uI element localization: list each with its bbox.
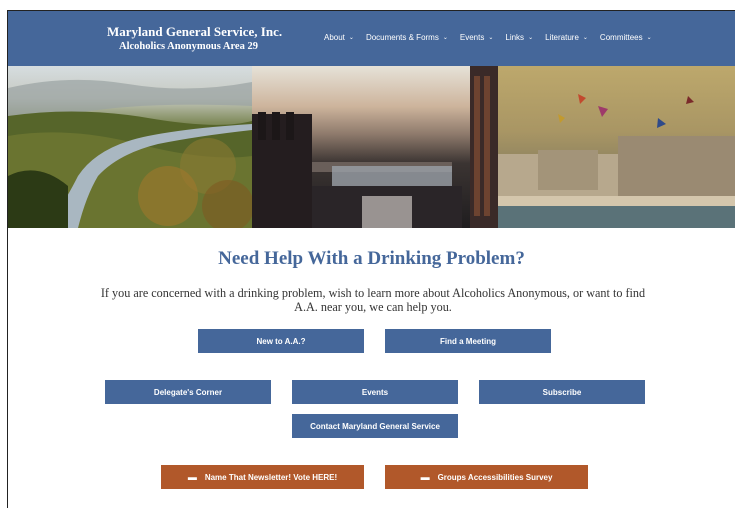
city-harbor-illustration [252, 66, 498, 228]
chevron-down-icon: ⌄ [488, 35, 494, 41]
accessibility-survey-label: Groups Accessibilities Survey [437, 472, 553, 482]
chevron-down-icon: ⌄ [348, 35, 354, 41]
nav-item-documents-forms[interactable]: Documents & Forms ⌄ [366, 33, 448, 42]
nav-item-links[interactable]: Links ⌄ [505, 33, 533, 42]
newsletter-vote-button[interactable]: ▬ Name That Newsletter! Vote HERE! [161, 465, 364, 489]
accessibility-survey-button[interactable]: ▬ Groups Accessibilities Survey [385, 465, 588, 489]
beach-kites-illustration [498, 94, 735, 228]
events-button[interactable]: Events [292, 380, 458, 404]
page-title: Need Help With a Drinking Problem? [218, 248, 525, 269]
find-meeting-button[interactable]: Find a Meeting [385, 329, 551, 353]
site-name[interactable]: Maryland General Service, Inc. [107, 24, 282, 40]
nav-item-committees[interactable]: Committees ⌄ [600, 33, 652, 42]
delegates-corner-button[interactable]: Delegate's Corner [105, 380, 271, 404]
nav-label: Links [505, 33, 525, 42]
hero-banner [8, 66, 735, 228]
nav-label: About [324, 33, 345, 42]
new-to-aa-button[interactable]: New to A.A.? [198, 329, 364, 353]
beach-kites-photo [498, 66, 735, 228]
river-valley-photo [8, 66, 252, 228]
main-nav: About ⌄ Documents & Forms ⌄ Events ⌄ Lin… [324, 33, 664, 42]
nav-item-events[interactable]: Events ⌄ [460, 33, 494, 42]
river-valley-illustration [8, 79, 252, 228]
nav-label: Documents & Forms [365, 33, 439, 42]
chevron-down-icon: ⌄ [528, 35, 534, 41]
nav-item-literature[interactable]: Literature ⌄ [545, 33, 588, 42]
chevron-down-icon: ⌄ [442, 35, 448, 41]
site-subtitle[interactable]: Alcoholics Anonymous Area 29 [119, 41, 258, 52]
intro-text: If you are concerned with a drinking pro… [100, 286, 646, 314]
nav-label: Committees [599, 33, 643, 42]
chevron-down-icon: ⌄ [646, 35, 652, 41]
laptop-icon: ▬ [187, 472, 197, 482]
nav-item-about[interactable]: About ⌄ [324, 33, 354, 42]
newsletter-vote-label: Name That Newsletter! Vote HERE! [204, 472, 338, 482]
page-frame: Maryland General Service, Inc. Alcoholic… [7, 10, 735, 508]
nav-label: Literature [545, 33, 579, 42]
chevron-down-icon: ⌄ [582, 35, 588, 41]
site-header: Maryland General Service, Inc. Alcoholic… [8, 11, 735, 66]
city-harbor-photo [252, 66, 498, 228]
contact-button[interactable]: Contact Maryland General Service [292, 414, 458, 438]
laptop-icon: ▬ [420, 472, 430, 482]
subscribe-button[interactable]: Subscribe [479, 380, 645, 404]
nav-label: Events [459, 33, 485, 42]
